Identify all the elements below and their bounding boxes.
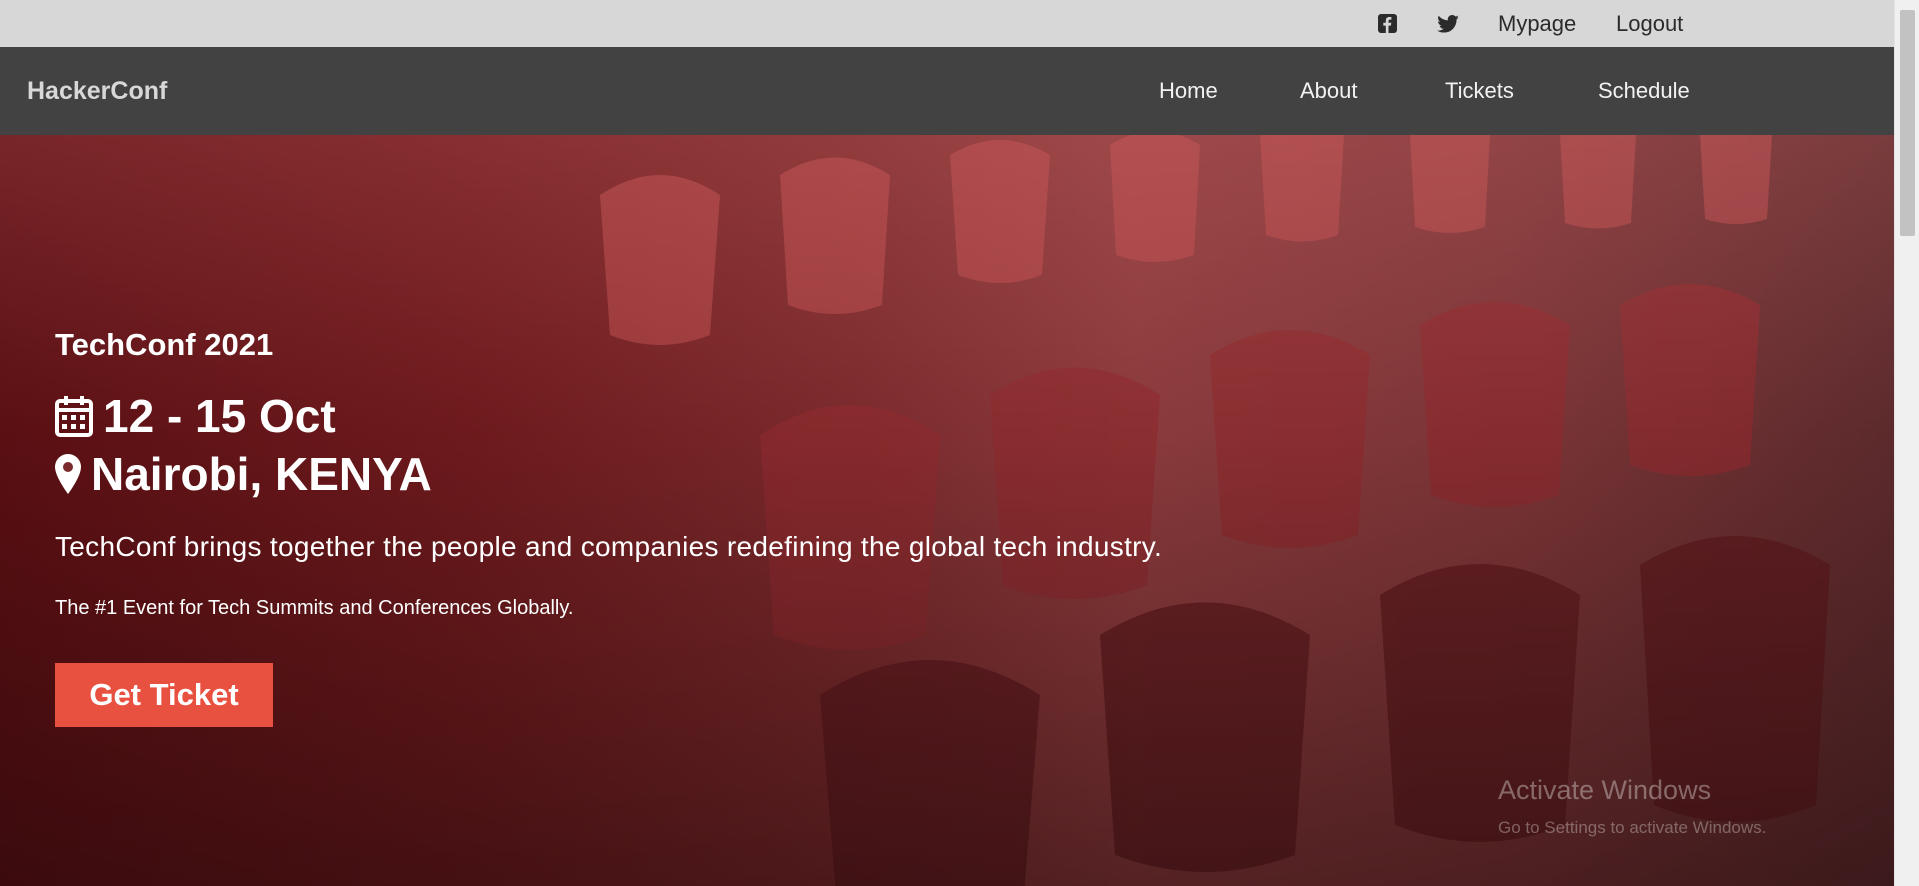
- main-navbar: HackerConf Home About Tickets Schedule: [0, 47, 1894, 135]
- get-ticket-button[interactable]: Get Ticket: [55, 663, 273, 727]
- brand-logo[interactable]: HackerConf: [27, 47, 167, 135]
- hero-section: TechConf 2021 12 - 15 Oct Nairobi, KENYA…: [0, 135, 1894, 886]
- event-location: Nairobi, KENYA: [55, 447, 432, 501]
- activate-windows-title: Activate Windows: [1498, 775, 1712, 805]
- nav-tickets[interactable]: Tickets: [1445, 47, 1514, 135]
- event-title: TechConf 2021: [55, 327, 274, 362]
- event-tagline: TechConf brings together the people and …: [55, 531, 1163, 562]
- nav-schedule[interactable]: Schedule: [1598, 47, 1690, 135]
- twitter-icon[interactable]: [1437, 0, 1459, 47]
- utility-bar: Mypage Logout: [0, 0, 1894, 47]
- calendar-icon: [55, 395, 93, 437]
- scrollbar-thumb[interactable]: [1900, 10, 1915, 236]
- logout-link[interactable]: Logout: [1616, 0, 1683, 47]
- event-date-text: 12 - 15 Oct: [103, 390, 336, 442]
- activate-windows-subtitle: Go to Settings to activate Windows.: [1498, 818, 1767, 837]
- event-subtitle: The #1 Event for Tech Summits and Confer…: [55, 597, 574, 619]
- mypage-link[interactable]: Mypage: [1498, 0, 1576, 47]
- hero-overlay: [0, 135, 1894, 886]
- event-location-text: Nairobi, KENYA: [91, 448, 432, 500]
- event-date: 12 - 15 Oct: [55, 389, 336, 443]
- nav-about[interactable]: About: [1300, 47, 1358, 135]
- nav-home[interactable]: Home: [1159, 47, 1218, 135]
- page-scrollbar[interactable]: [1894, 0, 1919, 886]
- facebook-icon[interactable]: [1378, 0, 1397, 47]
- map-marker-icon: [55, 454, 81, 494]
